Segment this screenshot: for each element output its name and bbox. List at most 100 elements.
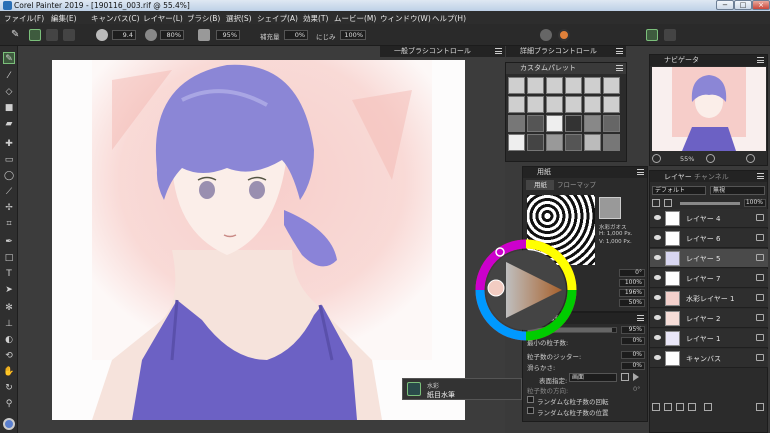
display-select[interactable]: 画面 [569,373,617,382]
paper-panel-header[interactable]: 用紙 [523,167,647,178]
dodge-tool-icon[interactable]: ◐ [3,334,15,346]
lasso-tool-icon[interactable]: ◯ [3,170,15,182]
paper-scale-field[interactable]: 100% [619,279,645,287]
brush-preset-icon[interactable] [603,96,620,113]
paper-preset-icon[interactable] [546,115,563,132]
dynamic-plugin-icon[interactable] [664,403,672,411]
paper-preset-icon[interactable] [584,115,601,132]
color-swatch-icon[interactable] [558,29,570,41]
panel-menu-icon[interactable] [495,48,502,54]
brush-preset-icon[interactable] [565,96,582,113]
paper-preset-icon[interactable] [527,115,544,132]
color-wheel[interactable] [474,238,578,342]
reset-tool-icon[interactable] [63,29,75,41]
layer-row-selected[interactable]: レイヤー 5 [650,249,768,268]
panel-menu-icon[interactable] [757,57,764,63]
paper-preset-icon[interactable] [603,134,620,151]
resat-field[interactable]: 0% [284,30,308,40]
brush-preset-icon[interactable] [565,77,582,94]
layer-row[interactable]: レイヤー 2 [650,309,768,328]
mask-icon[interactable] [688,403,696,411]
main-color-swatch-icon[interactable] [3,418,15,430]
paper-preset-icon[interactable] [546,134,563,151]
tab-channels[interactable]: チャンネル [694,172,729,182]
play-icon[interactable] [633,373,639,381]
composite-depth-select[interactable]: 無視 [710,186,765,195]
min-particle-field[interactable]: 0% [621,337,645,345]
visibility-icon[interactable] [654,215,661,220]
transform-tool-icon[interactable]: ✢ [3,202,15,214]
zoom-icon[interactable] [706,154,715,163]
menu-help[interactable]: ヘルプ(H) [432,13,466,24]
menu-layer[interactable]: レイヤー(L) [143,13,183,24]
random-rotation-checkbox[interactable] [527,396,534,403]
opacity-field[interactable]: 80% [160,30,184,40]
navigator-preview[interactable] [652,67,766,151]
nav-settings-icon[interactable] [652,154,661,163]
paper-preset-icon[interactable] [508,115,525,132]
paper-preset-icon[interactable] [603,115,620,132]
brush-tool-icon[interactable]: ✎ [11,29,23,41]
brush-preset-icon[interactable] [527,77,544,94]
dab-type-icon[interactable] [29,29,41,41]
brush-selector-icon[interactable] [664,29,676,41]
rectangle-shape-tool-icon[interactable]: □ [3,252,15,264]
composite-method-select[interactable]: デフォルト [652,186,706,195]
brush-preset-icon[interactable] [546,96,563,113]
visibility-icon[interactable] [654,235,661,240]
trash-icon[interactable] [756,403,764,411]
grabber-tool-icon[interactable]: ✋ [3,366,15,378]
layer-opacity-field[interactable]: 100% [744,199,766,207]
visibility-icon[interactable] [654,255,661,260]
random-position-checkbox[interactable] [527,407,534,414]
minimize-button[interactable]: − [716,0,734,10]
brush-preset-icon[interactable] [584,77,601,94]
layer-row[interactable]: レイヤー 4 [650,209,768,228]
layer-adjuster-tool-icon[interactable]: ✚ [3,138,15,150]
tab-paper[interactable]: 用紙 [526,180,554,190]
custom-palette-header[interactable]: カスタムパレット [506,63,626,74]
panel-menu-icon[interactable] [616,65,623,71]
shape-select-tool-icon[interactable]: ➤ [3,284,15,296]
reset-icon[interactable] [621,373,629,381]
stroke-type-icon[interactable] [46,29,58,41]
magic-wand-tool-icon[interactable]: ⟋ [3,186,15,198]
tab-flowmap[interactable]: フローマップ [557,180,596,190]
group-layers-icon[interactable] [676,403,684,411]
new-layer-icon[interactable] [652,403,660,411]
brush-preset-icon[interactable] [584,96,601,113]
panel-menu-icon[interactable] [637,169,644,175]
visibility-icon[interactable] [654,335,661,340]
menu-shape[interactable]: シェイプ(A) [257,13,298,24]
navigator-header[interactable]: ナビゲータ [650,55,767,66]
pick-underlying-icon[interactable] [664,199,672,207]
paper-preset-icon[interactable] [584,134,601,151]
close-button[interactable]: × [752,0,770,10]
layer-row[interactable]: レイヤー 6 [650,229,768,248]
mixer-icon[interactable] [540,29,552,41]
brush-preset-icon[interactable] [603,77,620,94]
brush-preset-icon[interactable] [508,96,525,113]
lock-icon[interactable] [704,403,712,411]
paper-swatch-icon[interactable] [599,197,621,219]
visibility-icon[interactable] [654,295,661,300]
menu-edit[interactable]: 編集(E) [51,13,77,24]
brush-tool-icon[interactable]: ✎ [3,52,15,64]
paper-preset-icon[interactable] [565,115,582,132]
cloner-tool-icon[interactable]: ✻ [3,302,15,314]
menu-file[interactable]: ファイル(F) [4,13,44,24]
preserve-transparency-icon[interactable] [652,199,660,207]
general-brush-control-header[interactable]: 一般ブラシコントロール [380,46,505,57]
panel-menu-icon[interactable] [616,48,623,54]
fill-tool-icon[interactable]: ■ [3,102,15,114]
rect-select-tool-icon[interactable]: ▭ [3,154,15,166]
panel-menu-icon[interactable] [637,315,644,321]
visibility-icon[interactable] [654,355,661,360]
paper-brightness-field[interactable]: 50% [619,299,645,307]
paper-preset-icon[interactable] [565,134,582,151]
menu-movie[interactable]: ムービー(M) [334,13,376,24]
brush-preset-icon[interactable] [527,96,544,113]
rubber-stamp-tool-icon[interactable]: ⊥ [3,318,15,330]
visibility-icon[interactable] [654,275,661,280]
paper-contrast-field[interactable]: 196% [619,289,645,297]
